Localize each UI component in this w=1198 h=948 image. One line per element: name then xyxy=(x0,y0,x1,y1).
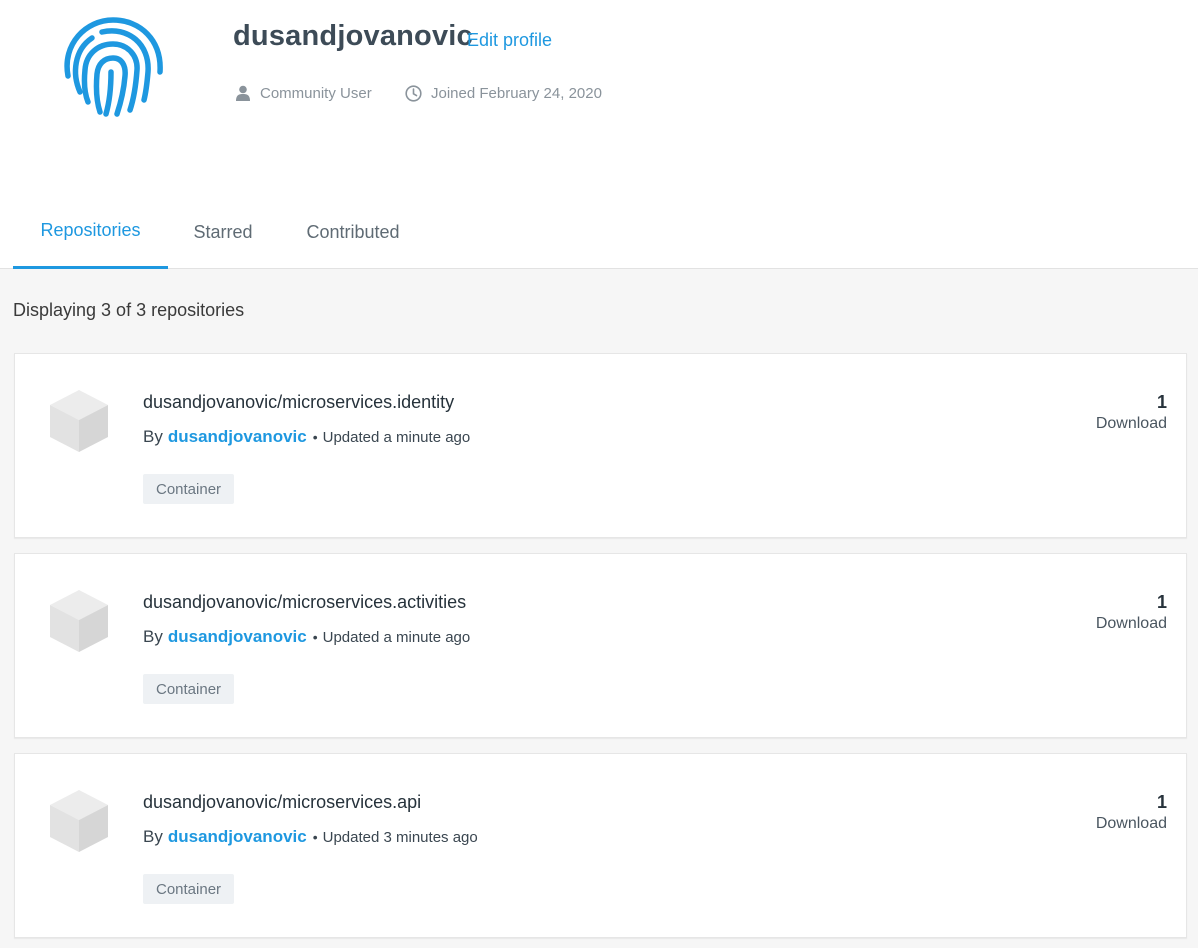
repository-meta: By dusandjovanovic • Updated a minute ag… xyxy=(143,427,470,447)
by-label: By xyxy=(143,827,163,846)
profile-tabs: Repositories Starred Contributed xyxy=(0,195,1198,269)
tab-repositories[interactable]: Repositories xyxy=(13,195,168,269)
profile-username: dusandjovanovic xyxy=(233,20,473,52)
tab-contributed[interactable]: Contributed xyxy=(288,195,418,269)
repository-type-badge: Container xyxy=(143,674,235,704)
profile-role-label: Community User xyxy=(260,84,372,102)
download-count: 1 xyxy=(1156,392,1167,412)
user-icon xyxy=(236,85,250,101)
repository-card[interactable]: dusandjovanovic/microservices.identity B… xyxy=(14,353,1187,538)
separator-dot: • xyxy=(312,429,318,445)
repository-name[interactable]: dusandjovanovic/microservices.identity xyxy=(143,392,454,413)
clock-icon xyxy=(405,84,422,102)
profile-joined-label: Joined February 24, 2020 xyxy=(431,84,602,102)
repository-cube-icon xyxy=(50,390,108,452)
edit-profile-link[interactable]: Edit profile xyxy=(467,30,552,51)
by-label: By xyxy=(143,427,163,446)
download-label: Download xyxy=(1095,815,1167,832)
repository-updated: Updated a minute ago xyxy=(322,629,471,646)
repository-cube-icon xyxy=(50,790,108,852)
repository-meta: By dusandjovanovic • Updated 3 minutes a… xyxy=(143,827,478,847)
repository-name[interactable]: dusandjovanovic/microservices.api xyxy=(143,792,421,813)
repository-type-badge: Container xyxy=(143,474,235,504)
separator-dot: • xyxy=(312,629,318,645)
download-count: 1 xyxy=(1156,792,1167,812)
repository-cube-icon xyxy=(50,590,108,652)
repository-owner-link[interactable]: dusandjovanovic xyxy=(168,627,307,647)
repository-meta: By dusandjovanovic • Updated a minute ag… xyxy=(143,627,470,647)
repository-owner-link[interactable]: dusandjovanovic xyxy=(168,827,307,847)
by-label: By xyxy=(143,627,163,646)
repository-name[interactable]: dusandjovanovic/microservices.activities xyxy=(143,592,466,613)
repository-updated: Updated 3 minutes ago xyxy=(322,829,478,846)
separator-dot: • xyxy=(312,829,318,845)
download-count: 1 xyxy=(1156,592,1167,612)
tab-starred[interactable]: Starred xyxy=(178,195,268,269)
repository-updated: Updated a minute ago xyxy=(322,429,471,446)
download-label: Download xyxy=(1095,415,1167,432)
download-label: Download xyxy=(1095,615,1167,632)
repository-count: Displaying 3 of 3 repositories xyxy=(13,300,245,320)
fingerprint-icon xyxy=(58,14,168,120)
repository-card[interactable]: dusandjovanovic/microservices.api By dus… xyxy=(14,753,1187,938)
repository-card[interactable]: dusandjovanovic/microservices.activities… xyxy=(14,553,1187,738)
repository-owner-link[interactable]: dusandjovanovic xyxy=(168,427,307,447)
repository-type-badge: Container xyxy=(143,874,235,904)
profile-role: Community User xyxy=(235,83,372,103)
profile-joined: Joined February 24, 2020 xyxy=(405,83,602,103)
profile-header: dusandjovanovic Edit profile Community U… xyxy=(0,0,1198,269)
